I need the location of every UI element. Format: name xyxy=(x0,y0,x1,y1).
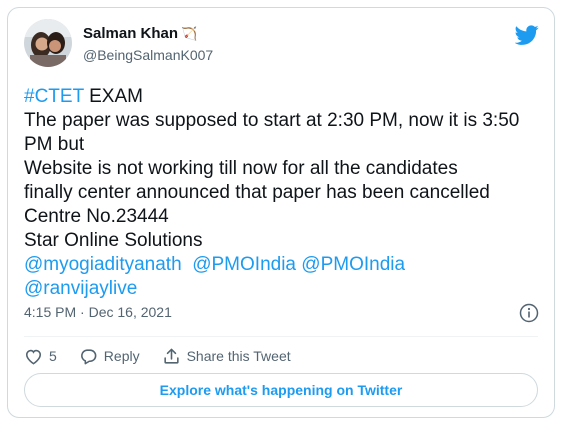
action-bar: 5 Reply Share this Tweet xyxy=(24,344,313,368)
tweet-line-1: #CTET EXAM xyxy=(24,85,544,109)
info-icon[interactable] xyxy=(519,303,539,323)
tweet-line-5: finally center announced that paper has … xyxy=(24,182,490,203)
mention-link[interactable]: @PMOIndia xyxy=(192,254,296,275)
explore-button[interactable]: Explore what's happening on Twitter xyxy=(24,373,538,407)
like-button[interactable]: 5 xyxy=(24,347,57,366)
like-count: 5 xyxy=(49,348,57,364)
user-handle[interactable]: @BeingSalmanK007 xyxy=(83,47,213,63)
share-label: Share this Tweet xyxy=(186,348,291,364)
hashtag-link[interactable]: #CTET xyxy=(24,86,84,107)
mention-link[interactable]: @ranvijaylive xyxy=(24,278,137,299)
mention-link[interactable]: @myogiadityanath xyxy=(24,254,182,275)
heart-icon xyxy=(25,349,42,365)
bow-emoji-icon: 🏹 xyxy=(181,25,198,41)
divider xyxy=(24,336,538,337)
mention-link[interactable]: @PMOIndia xyxy=(301,254,405,275)
tweet-line-4: Website is not working till now for all … xyxy=(24,158,458,179)
share-icon xyxy=(163,348,179,364)
reply-label: Reply xyxy=(103,348,140,364)
avatar[interactable] xyxy=(24,19,72,67)
user-name[interactable]: Salman Khan 🏹 xyxy=(83,25,197,42)
twitter-logo-icon[interactable] xyxy=(514,23,539,47)
user-name-text: Salman Khan xyxy=(83,25,179,42)
tweet-line-6: Centre No.23444 xyxy=(24,206,169,227)
tweet-line-7: Star Online Solutions xyxy=(24,230,203,251)
tweet-text: #CTET EXAM The paper was supposed to sta… xyxy=(24,85,544,301)
tweet-text-exam: EXAM xyxy=(83,86,143,107)
timestamp[interactable]: 4:15 PM · Dec 16, 2021 xyxy=(24,304,172,320)
tweet-line-8: @myogiadityanath @PMOIndia @PMOIndia xyxy=(24,253,544,277)
tweet-line-9: @ranvijaylive xyxy=(24,277,544,301)
reply-button[interactable]: Reply xyxy=(79,347,140,366)
reply-icon xyxy=(80,348,97,364)
tweet-line-3: PM but xyxy=(24,134,85,155)
share-button[interactable]: Share this Tweet xyxy=(162,347,291,366)
tweet-card: Salman Khan 🏹 @BeingSalmanK007 #CTET EXA… xyxy=(7,7,555,418)
tweet-line-2: The paper was supposed to start at 2:30 … xyxy=(24,110,520,131)
